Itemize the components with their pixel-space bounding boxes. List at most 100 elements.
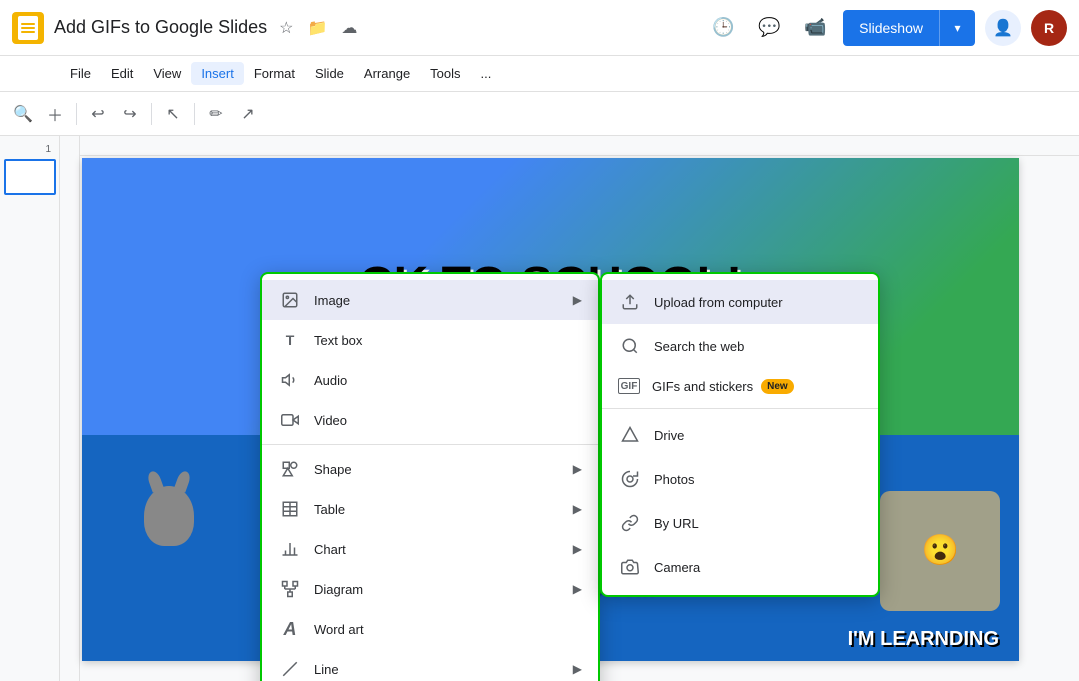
menu-edit[interactable]: Edit (101, 62, 143, 85)
audio-icon (278, 368, 302, 392)
video-label: Video (314, 413, 582, 428)
table-label: Table (314, 502, 569, 517)
gifs-label: GIFs and stickers (652, 379, 753, 394)
submenu-item-search[interactable]: Search the web (602, 324, 878, 368)
wordart-label: Word art (314, 622, 582, 637)
camera-label: Camera (654, 560, 700, 575)
history-button[interactable]: 🕒 (705, 10, 741, 46)
share-button[interactable]: 👤 (985, 10, 1021, 46)
submenu-divider-1 (602, 408, 878, 409)
submenu-item-upload[interactable]: Upload from computer (602, 280, 878, 324)
diagram-label: Diagram (314, 582, 569, 597)
table-arrow: ▶ (573, 502, 582, 516)
menu-item-chart[interactable]: Chart ▶ (262, 529, 598, 569)
chart-label: Chart (314, 542, 569, 557)
right-icon[interactable]: ✏ (201, 99, 231, 129)
menu-item-textbox[interactable]: T Text box (262, 320, 598, 360)
redo-btn[interactable]: ↪ (115, 99, 145, 129)
folder-icon[interactable]: 📁 (303, 14, 331, 42)
meet-button[interactable]: 📹 (797, 10, 833, 46)
submenu-item-gifs[interactable]: GIF GIFs and stickers New (602, 368, 878, 404)
ruler-horizontal (80, 136, 1079, 156)
title-icons: ☆ 📁 ☁ (275, 14, 361, 42)
chart-arrow: ▶ (573, 542, 582, 556)
main-area: 1 CK TO SCHOOL! www.psd-dude.com I'M LEA… (0, 136, 1079, 681)
line-arrow: ▶ (573, 662, 582, 676)
canvas-area: CK TO SCHOOL! www.psd-dude.com I'M LEARN… (60, 136, 1079, 681)
toolbar: 🔍 ＋ ↩ ↪ ↖ ✏ ↗ (0, 92, 1079, 136)
photos-icon (618, 467, 642, 491)
slideshow-button[interactable]: Slideshow ▾ (843, 10, 975, 46)
chart-icon (278, 537, 302, 561)
table-icon (278, 497, 302, 521)
menu-format[interactable]: Format (244, 62, 305, 85)
character-illustration: 😮 (880, 491, 1000, 611)
menu-tools[interactable]: Tools (420, 62, 470, 85)
line-icon (278, 657, 302, 681)
image-icon (278, 288, 302, 312)
textbox-icon: T (278, 328, 302, 352)
diagram-icon (278, 577, 302, 601)
avatar[interactable]: R (1031, 10, 1067, 46)
slideshow-label[interactable]: Slideshow (843, 10, 939, 46)
drive-icon (618, 423, 642, 447)
title-bar: Add GIFs to Google Slides ☆ 📁 ☁ 🕒 💬 📹 Sl… (0, 0, 1079, 56)
menu-view[interactable]: View (143, 62, 191, 85)
menu-item-audio[interactable]: Audio (262, 360, 598, 400)
comments-button[interactable]: 💬 (751, 10, 787, 46)
menu-slide[interactable]: Slide (305, 62, 354, 85)
gifs-icon: GIF (618, 378, 640, 394)
menu-item-video[interactable]: Video (262, 400, 598, 440)
menu-arrange[interactable]: Arrange (354, 62, 420, 85)
menu-item-diagram[interactable]: Diagram ▶ (262, 569, 598, 609)
submenu-item-url[interactable]: By URL (602, 501, 878, 545)
shape-icon (278, 457, 302, 481)
learnding-text: I'M LEARNDING (848, 628, 999, 651)
menu-item-image[interactable]: Image ▶ (262, 280, 598, 320)
app-logo[interactable] (12, 12, 44, 44)
submenu-item-drive[interactable]: Drive (602, 413, 878, 457)
doc-title: Add GIFs to Google Slides (54, 17, 267, 38)
wordart-icon: A (278, 617, 302, 641)
arrow-icon[interactable]: ↗ (233, 99, 263, 129)
slide-thumbnail[interactable] (4, 159, 56, 195)
drive-label: Drive (654, 428, 684, 443)
cat-illustration (129, 486, 209, 586)
submenu-item-camera[interactable]: Camera (602, 545, 878, 589)
by-url-label: By URL (654, 516, 699, 531)
shape-label: Shape (314, 462, 569, 477)
menu-file[interactable]: File (60, 62, 101, 85)
shape-arrow: ▶ (573, 462, 582, 476)
menu-more[interactable]: ... (471, 62, 502, 85)
search-web-label: Search the web (654, 339, 744, 354)
menu-insert[interactable]: Insert (191, 62, 244, 85)
new-badge: New (761, 379, 794, 394)
image-arrow: ▶ (573, 293, 582, 307)
undo-btn[interactable]: ↩ (83, 99, 113, 129)
submenu-item-photos[interactable]: Photos (602, 457, 878, 501)
menu-item-shape[interactable]: Shape ▶ (262, 449, 598, 489)
by-url-icon (618, 511, 642, 535)
slideshow-dropdown-arrow[interactable]: ▾ (939, 10, 975, 46)
menu-item-wordart[interactable]: A Word art (262, 609, 598, 649)
upload-icon (618, 290, 642, 314)
search-web-icon (618, 334, 642, 358)
divider-3 (194, 103, 195, 125)
diagram-arrow: ▶ (573, 582, 582, 596)
search-toolbar-btn[interactable]: 🔍 (8, 99, 38, 129)
cursor-btn[interactable]: ↖ (158, 99, 188, 129)
add-btn[interactable]: ＋ (40, 99, 70, 129)
video-icon (278, 408, 302, 432)
cloud-icon[interactable]: ☁ (337, 14, 361, 42)
star-icon[interactable]: ☆ (275, 14, 297, 42)
menu-item-table[interactable]: Table ▶ (262, 489, 598, 529)
textbox-label: Text box (314, 333, 582, 348)
divider-after-video (262, 444, 598, 445)
menu-item-line[interactable]: Line ▶ (262, 649, 598, 681)
slide-number-label: 1 (4, 144, 55, 155)
audio-label: Audio (314, 373, 582, 388)
line-label: Line (314, 662, 569, 677)
divider-1 (76, 103, 77, 125)
header-right: 🕒 💬 📹 Slideshow ▾ 👤 R (705, 10, 1067, 46)
upload-label: Upload from computer (654, 295, 783, 310)
